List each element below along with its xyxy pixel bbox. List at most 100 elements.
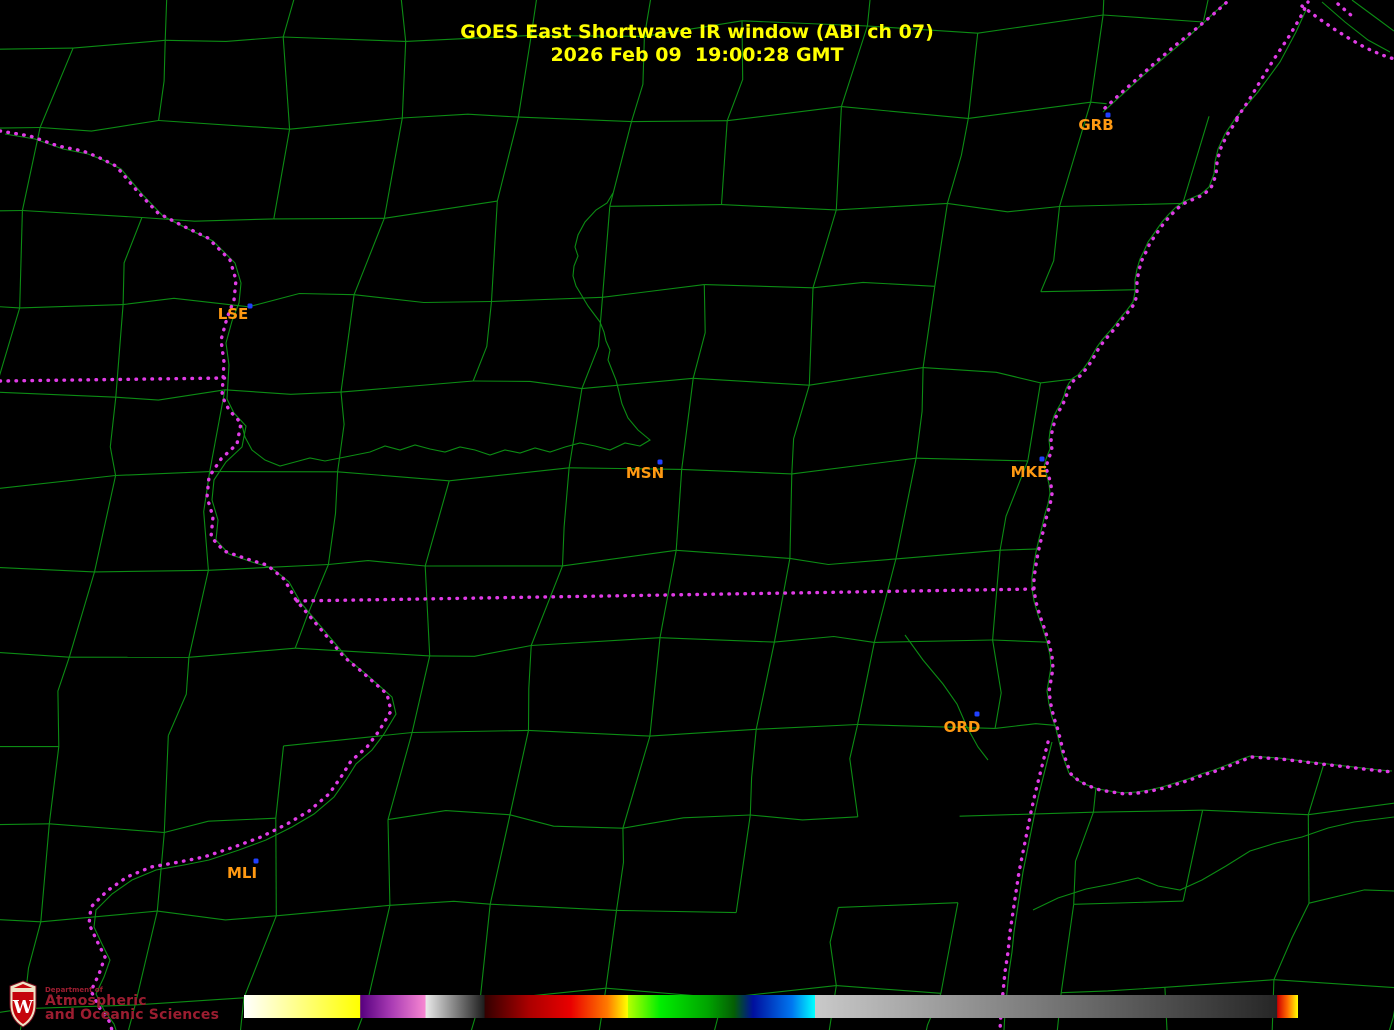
county-line: [790, 474, 792, 559]
county-line: [168, 657, 189, 735]
uw-aos-logo: W Department of Atmospheric and Oceanic …: [8, 980, 219, 1028]
county-line: [947, 118, 968, 203]
county-line: [497, 117, 518, 201]
county-line: [384, 201, 497, 218]
county-line: [276, 905, 390, 916]
county-line: [563, 550, 677, 566]
county-line: [610, 205, 722, 207]
county-line: [95, 476, 116, 572]
county-line: [510, 815, 623, 828]
station-label-LSE: LSE: [218, 305, 249, 323]
county-line: [1028, 383, 1041, 461]
county-line: [947, 203, 1059, 211]
county-line: [249, 294, 354, 307]
county-line: [941, 903, 958, 994]
county-line: [896, 550, 1000, 559]
county-line: [490, 904, 616, 910]
county-line: [95, 570, 209, 572]
county-line: [650, 729, 756, 736]
county-line: [22, 211, 141, 218]
county-line: [295, 648, 430, 656]
county-line: [916, 458, 1028, 461]
county-line: [623, 736, 650, 828]
county-line: [41, 911, 158, 922]
county-line: [1274, 903, 1309, 980]
county-line: [0, 211, 22, 213]
county-line: [69, 572, 94, 657]
county-line: [0, 651, 69, 658]
county-line: [756, 642, 774, 729]
county-line: [704, 285, 813, 288]
county-line: [49, 747, 59, 824]
county-line: [274, 129, 290, 219]
county-line: [836, 203, 947, 210]
county-line: [756, 725, 857, 730]
county-line: [110, 397, 116, 475]
county-line: [838, 903, 958, 908]
mississippi-river-border: [0, 131, 391, 1030]
county-line: [682, 378, 694, 469]
county-line: [790, 558, 896, 564]
county-line: [388, 733, 412, 820]
river-line: [905, 635, 988, 760]
county-line: [736, 815, 750, 913]
county-line: [366, 905, 390, 1006]
county-line: [244, 916, 276, 998]
county-line: [0, 916, 41, 922]
station-label-MKE: MKE: [1011, 463, 1048, 481]
county-line: [693, 285, 705, 379]
county-line: [276, 746, 284, 818]
county-line: [529, 646, 532, 731]
county-line: [809, 368, 923, 386]
county-line: [836, 986, 941, 994]
county-line: [41, 824, 50, 922]
county-line: [874, 559, 896, 643]
county-line: [290, 118, 403, 129]
county-line: [49, 824, 164, 833]
county-line: [569, 389, 582, 468]
logo-line1: Atmospheric: [45, 994, 219, 1008]
county-line: [490, 815, 510, 904]
county-line: [722, 205, 837, 210]
county-line: [993, 640, 1002, 728]
county-line: [632, 121, 728, 122]
county-line: [1379, 988, 1394, 1030]
county-line: [473, 302, 491, 382]
crest-letter: W: [12, 997, 34, 1018]
county-line: [142, 218, 274, 222]
color-scale-bar: [244, 995, 1298, 1018]
county-line: [425, 566, 430, 656]
image-timestamp: 2026 Feb 09 19:00:28 GMT: [0, 44, 1394, 66]
mississippi-river-line: [5, 134, 396, 1030]
county-line: [850, 725, 858, 817]
county-line: [676, 550, 790, 558]
county-line: [1074, 901, 1183, 904]
county-line: [449, 468, 569, 481]
county-line: [650, 638, 660, 736]
county-line: [157, 833, 164, 912]
county-line: [693, 378, 809, 385]
county-line: [916, 368, 923, 459]
county-line: [960, 812, 1094, 816]
county-line: [1309, 890, 1394, 903]
county-line: [328, 472, 337, 565]
station-label-MLI: MLI: [227, 864, 257, 882]
county-line: [510, 730, 529, 814]
station-dot-ORD: [975, 712, 980, 717]
county-line: [390, 901, 490, 905]
image-title: GOES East Shortwave IR window (ABI ch 07…: [0, 21, 1394, 43]
county-line: [1203, 810, 1309, 815]
county-line: [412, 656, 430, 733]
county-line: [722, 121, 728, 205]
station-markers: LSEGRBMSNMKEORDMLI: [218, 113, 1114, 883]
wisconsin-illinois-border: [297, 589, 1035, 601]
county-line: [896, 458, 916, 559]
logo-line2: and Oceanic Sciences: [45, 1008, 219, 1022]
county-line: [727, 107, 841, 121]
county-line: [623, 815, 750, 828]
county-line: [750, 729, 756, 815]
county-line: [164, 736, 168, 833]
map-image: LSEGRBMSNMKEORDMLI: [0, 0, 1394, 1030]
county-line: [603, 206, 610, 297]
county-line: [582, 378, 693, 388]
